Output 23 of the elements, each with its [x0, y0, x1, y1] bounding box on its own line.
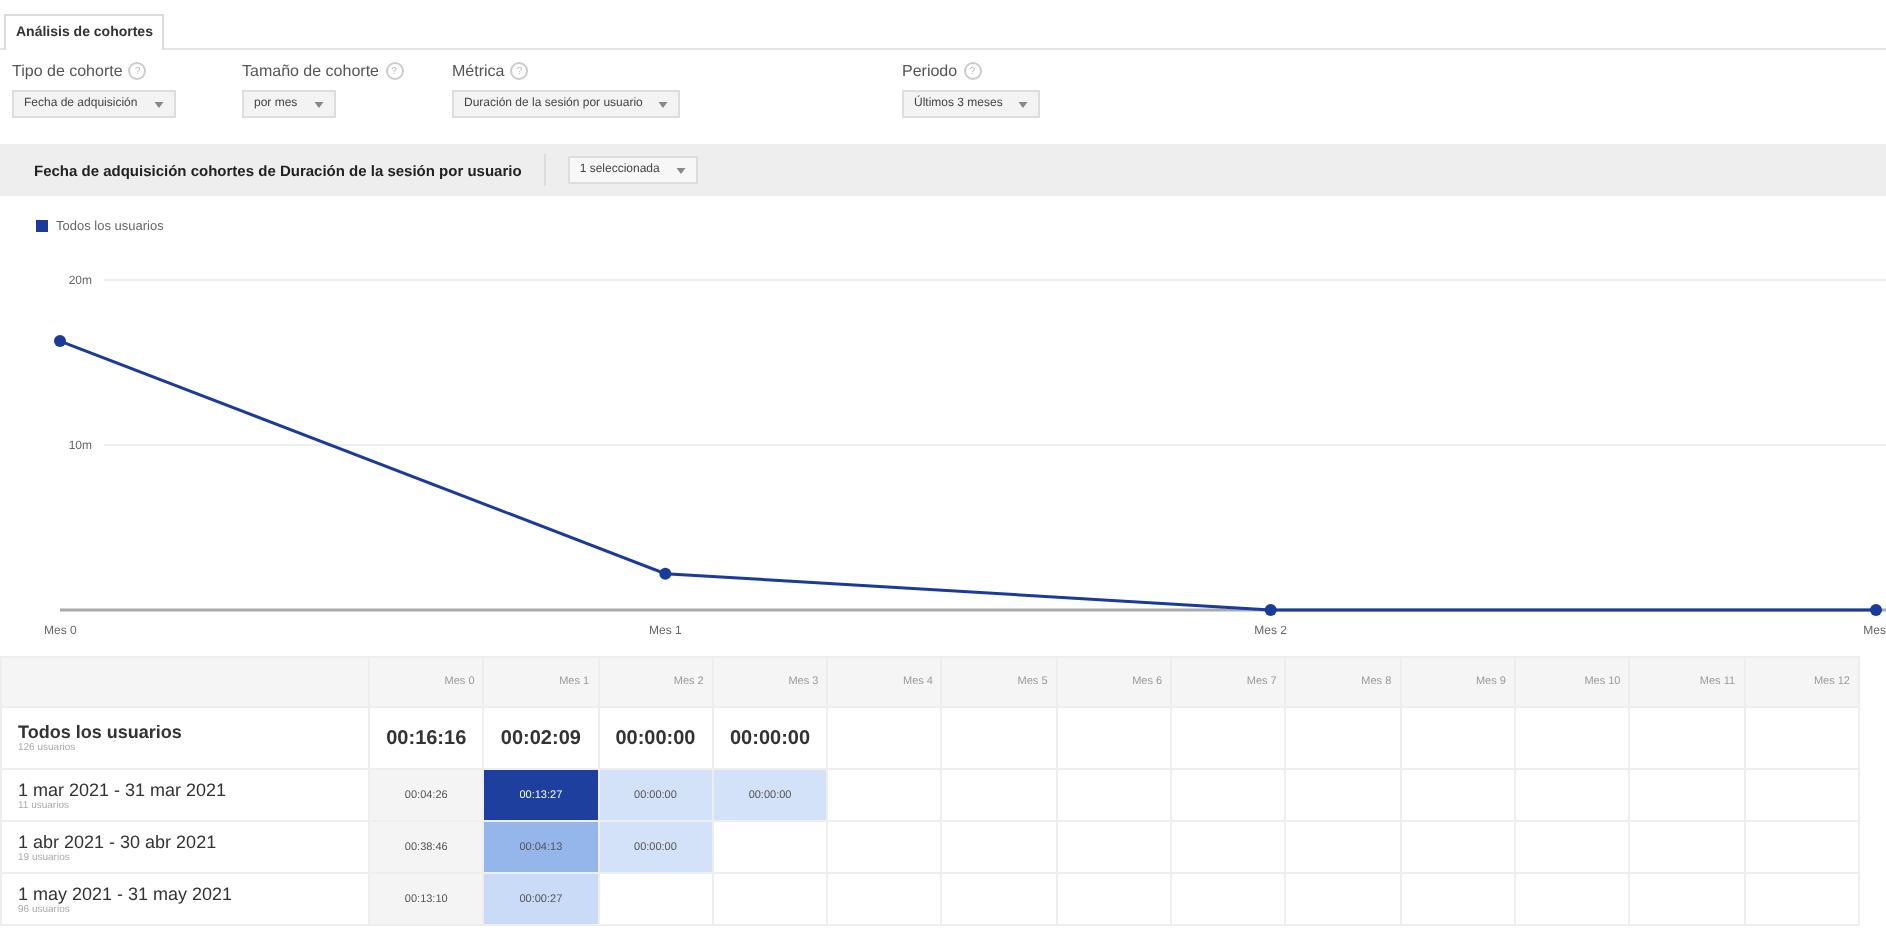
data-point[interactable]: [54, 335, 66, 348]
filter-label: Tamaño de cohorte: [242, 62, 379, 80]
table-cell: [827, 821, 942, 873]
caret-icon: [1018, 101, 1029, 107]
table-cell: [827, 707, 942, 769]
caret-icon: [658, 101, 669, 107]
row-label: 1 abr 2021 - 30 abr 2021: [18, 831, 219, 851]
table-cell: [598, 873, 713, 925]
row-label: Todos los usuarios: [18, 722, 184, 742]
row-label: 1 may 2021 - 31 may 2021: [18, 883, 235, 903]
caret-icon: [313, 101, 324, 107]
data-point[interactable]: [1264, 604, 1277, 616]
caret-icon: [153, 101, 164, 107]
data-point[interactable]: [1870, 604, 1882, 616]
row-label: 1 mar 2021 - 31 mar 2021: [18, 779, 229, 799]
filter-label: Métrica: [452, 62, 505, 80]
table-cell: [712, 873, 828, 925]
data-point[interactable]: [659, 567, 672, 580]
caret-icon: [675, 167, 686, 173]
filter-label: Periodo: [902, 62, 958, 80]
table-cell: [712, 821, 828, 873]
filter-label: Tipo de cohorte: [12, 62, 123, 80]
table-cell: [827, 769, 942, 821]
